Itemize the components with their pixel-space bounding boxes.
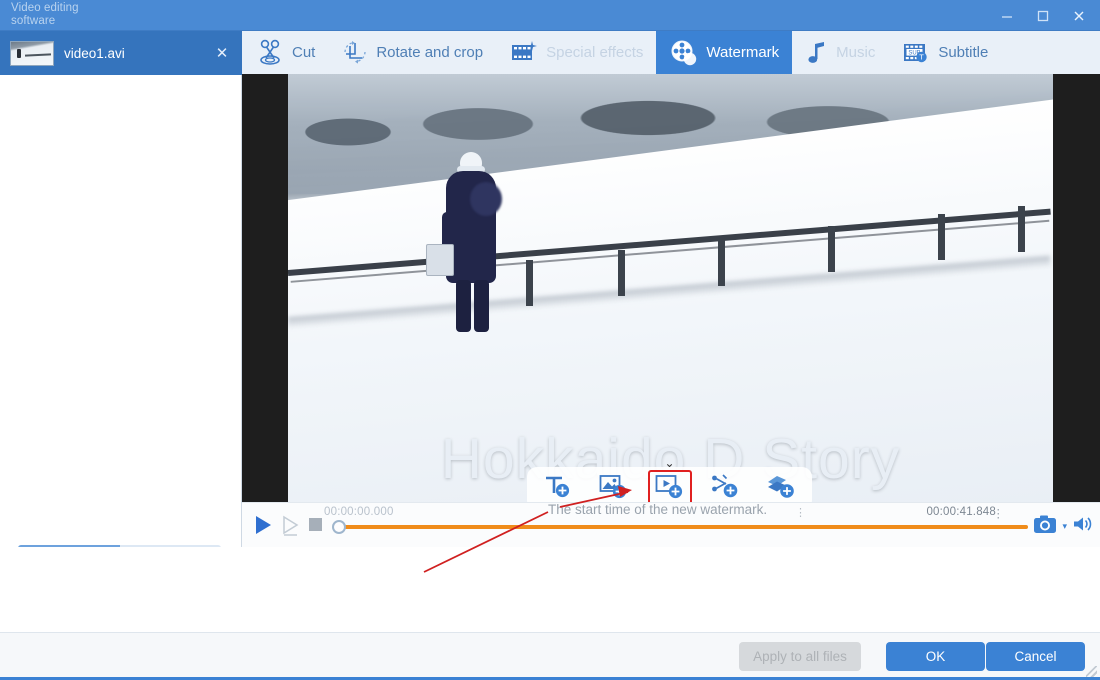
tab-subtitle[interactable]: SUB T Subtitle — [888, 31, 1001, 74]
subtitle-icon: SUB T — [901, 39, 931, 66]
tab-music[interactable]: Music — [792, 31, 888, 74]
fence-post — [828, 226, 835, 272]
tab-watermark[interactable]: Watermark — [656, 31, 793, 74]
file-name-label: video1.avi — [64, 45, 125, 61]
window-controls — [990, 0, 1096, 31]
volume-icon[interactable] — [1072, 514, 1094, 539]
fence-post — [526, 260, 533, 306]
tab-cut-label: Cut — [292, 44, 316, 61]
ok-button[interactable]: OK — [886, 642, 985, 671]
timeline-playhead[interactable] — [332, 520, 346, 534]
watermark-hint-tick: ⋮ — [795, 507, 806, 519]
apply-to-all-files-button[interactable]: Apply to all files — [739, 642, 861, 671]
tab-watermark-label: Watermark — [706, 44, 780, 61]
tab-rotate-and-crop[interactable]: Rotate and crop — [328, 31, 496, 74]
resize-grip[interactable] — [1086, 666, 1097, 677]
footer-bar: Apply to all files OK Cancel — [0, 632, 1100, 680]
tab-special-effects[interactable]: Special effects — [496, 31, 656, 74]
scissors-icon — [255, 39, 285, 66]
image-plus-icon — [598, 472, 630, 502]
tab-rotate-and-crop-label: Rotate and crop — [376, 44, 484, 61]
fence-post — [938, 214, 945, 260]
left-panel: video1.avi ✕ Material Watermark — [0, 31, 242, 632]
snapshot-icon[interactable] — [1033, 514, 1057, 539]
music-note-icon — [805, 39, 829, 67]
add-image-watermark-button[interactable] — [592, 470, 636, 502]
film-reel-icon — [669, 39, 699, 67]
person-figure — [426, 152, 516, 352]
add-gif-watermark-button[interactable] — [703, 470, 747, 502]
file-close-icon[interactable]: ✕ — [212, 43, 232, 63]
frame-step-button[interactable] — [280, 514, 302, 541]
chevron-down-icon[interactable]: ⌄ — [664, 457, 674, 469]
watermark-add-toolbar: ⌄ — [527, 457, 812, 502]
close-icon[interactable] — [1062, 0, 1096, 31]
add-text-watermark-button[interactable] — [536, 470, 580, 502]
tab-cut[interactable]: Cut — [242, 31, 328, 74]
video-frame: Hokkaido D Story — [288, 74, 1053, 502]
app-title: Video editing software — [11, 2, 79, 27]
file-tab-video1[interactable]: video1.avi ✕ — [0, 31, 242, 75]
maximize-icon[interactable] — [1026, 0, 1060, 31]
title-bar: Video editing software — [0, 0, 1100, 31]
svg-text:T: T — [920, 53, 925, 62]
tab-subtitle-label: Subtitle — [938, 44, 989, 61]
transport-right-tools: ▾ — [1033, 514, 1094, 539]
tab-music-label: Music — [836, 44, 876, 61]
fence-post — [1018, 206, 1025, 252]
crop-rotate-icon — [341, 39, 369, 66]
fence-post — [718, 240, 725, 286]
minimize-icon[interactable] — [990, 0, 1024, 31]
gif-plus-icon — [709, 472, 741, 502]
transport-bar: 00:00:00.000 00:00:41.848 ⋮ ▾ — [242, 502, 1100, 547]
file-thumbnail — [10, 40, 54, 66]
layers-plus-icon — [765, 472, 797, 502]
add-video-watermark-button[interactable]: ⌄ — [647, 457, 692, 502]
film-sparkle-icon — [509, 39, 539, 66]
timeline-start-time: 00:00:00.000 — [324, 506, 394, 518]
cancel-button[interactable]: Cancel — [986, 642, 1085, 671]
timeline-end-tick[interactable]: ⋮ — [993, 506, 1005, 520]
text-plus-icon — [543, 472, 573, 502]
play-button[interactable] — [252, 514, 274, 541]
snapshot-caret-icon[interactable]: ▾ — [1062, 521, 1067, 532]
main-toolbar: Cut Rotate and crop Special effects Wate… — [242, 31, 1100, 74]
bottom-area: Add a Video Watermark 添加视频水印，并设置开始时间 App… — [0, 547, 1100, 680]
add-shape-watermark-button[interactable] — [759, 470, 803, 502]
timeline-end-time: 00:00:41.848 — [926, 506, 996, 518]
tab-special-effects-label: Special effects — [546, 44, 644, 61]
video-stage[interactable]: Hokkaido D Story ⌄ — [242, 74, 1100, 502]
timeline-track[interactable] — [340, 525, 1028, 529]
fence-post — [618, 250, 625, 296]
stop-button[interactable] — [308, 517, 323, 537]
video-plus-icon — [654, 472, 686, 502]
